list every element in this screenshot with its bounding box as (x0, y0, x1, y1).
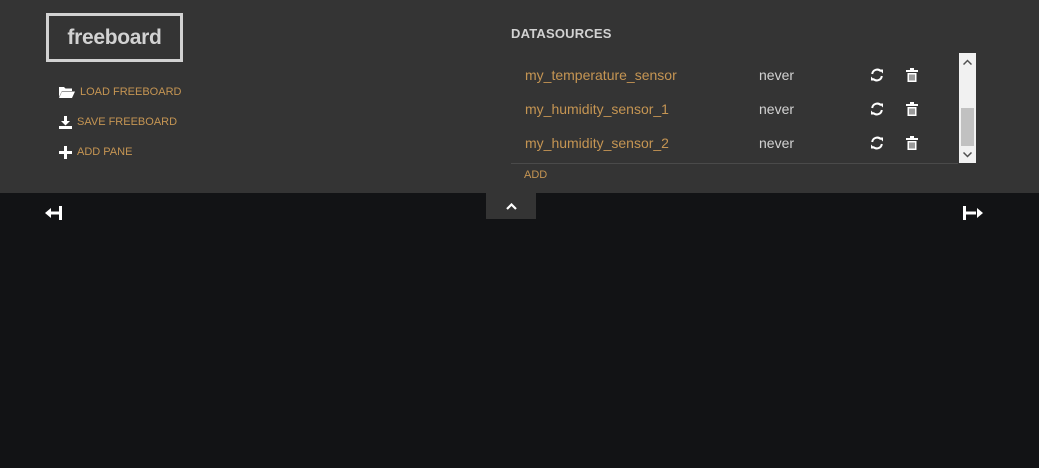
trash-icon[interactable] (906, 102, 920, 116)
refresh-icon[interactable] (870, 136, 884, 150)
datasource-last-updated: never (759, 67, 795, 83)
save-freeboard-label: SAVE FREEBOARD (77, 116, 178, 128)
datasource-last-updated: never (759, 135, 795, 151)
datasources-table: my_temperature_sensor never my_humidity_… (511, 58, 958, 164)
datasource-row: my_humidity_sensor_2 never (511, 126, 958, 160)
datasource-last-updated: never (759, 101, 795, 117)
datasource-name[interactable]: my_humidity_sensor_2 (525, 126, 669, 160)
refresh-icon[interactable] (870, 68, 884, 82)
download-icon (59, 115, 72, 129)
datasource-row: my_humidity_sensor_1 never (511, 92, 958, 126)
trash-icon[interactable] (906, 68, 920, 82)
admin-header: freeboard LOAD FREEBOARD SAVE FREEBOARD (0, 0, 1039, 193)
datasource-row: my_temperature_sensor never (511, 58, 958, 92)
add-pane-label: ADD PANE (77, 146, 133, 158)
add-pane-button[interactable]: ADD PANE (59, 144, 132, 160)
scroll-up-arrow-icon[interactable] (959, 53, 976, 70)
plus-icon (59, 145, 72, 159)
trash-icon[interactable] (906, 136, 920, 150)
app-logo: freeboard (46, 13, 183, 62)
datasources-scrollbar[interactable] (959, 53, 976, 163)
folder-open-icon (59, 86, 75, 99)
datasources-title: DATASOURCES (511, 26, 612, 41)
datasource-name[interactable]: my_humidity_sensor_1 (525, 92, 669, 126)
add-column-icon[interactable] (963, 205, 983, 221)
load-freeboard-button[interactable]: LOAD FREEBOARD (59, 84, 181, 100)
refresh-icon[interactable] (870, 102, 884, 116)
chevron-up-icon (505, 197, 517, 215)
add-datasource-button[interactable]: ADD (524, 169, 547, 181)
toggle-header-button[interactable] (486, 193, 536, 219)
datasource-name[interactable]: my_temperature_sensor (525, 58, 677, 92)
load-freeboard-label: LOAD FREEBOARD (80, 86, 182, 98)
scroll-down-arrow-icon[interactable] (959, 146, 976, 163)
scrollbar-thumb[interactable] (961, 108, 974, 146)
save-freeboard-button[interactable]: SAVE FREEBOARD (59, 114, 177, 130)
remove-column-icon[interactable] (45, 205, 65, 221)
